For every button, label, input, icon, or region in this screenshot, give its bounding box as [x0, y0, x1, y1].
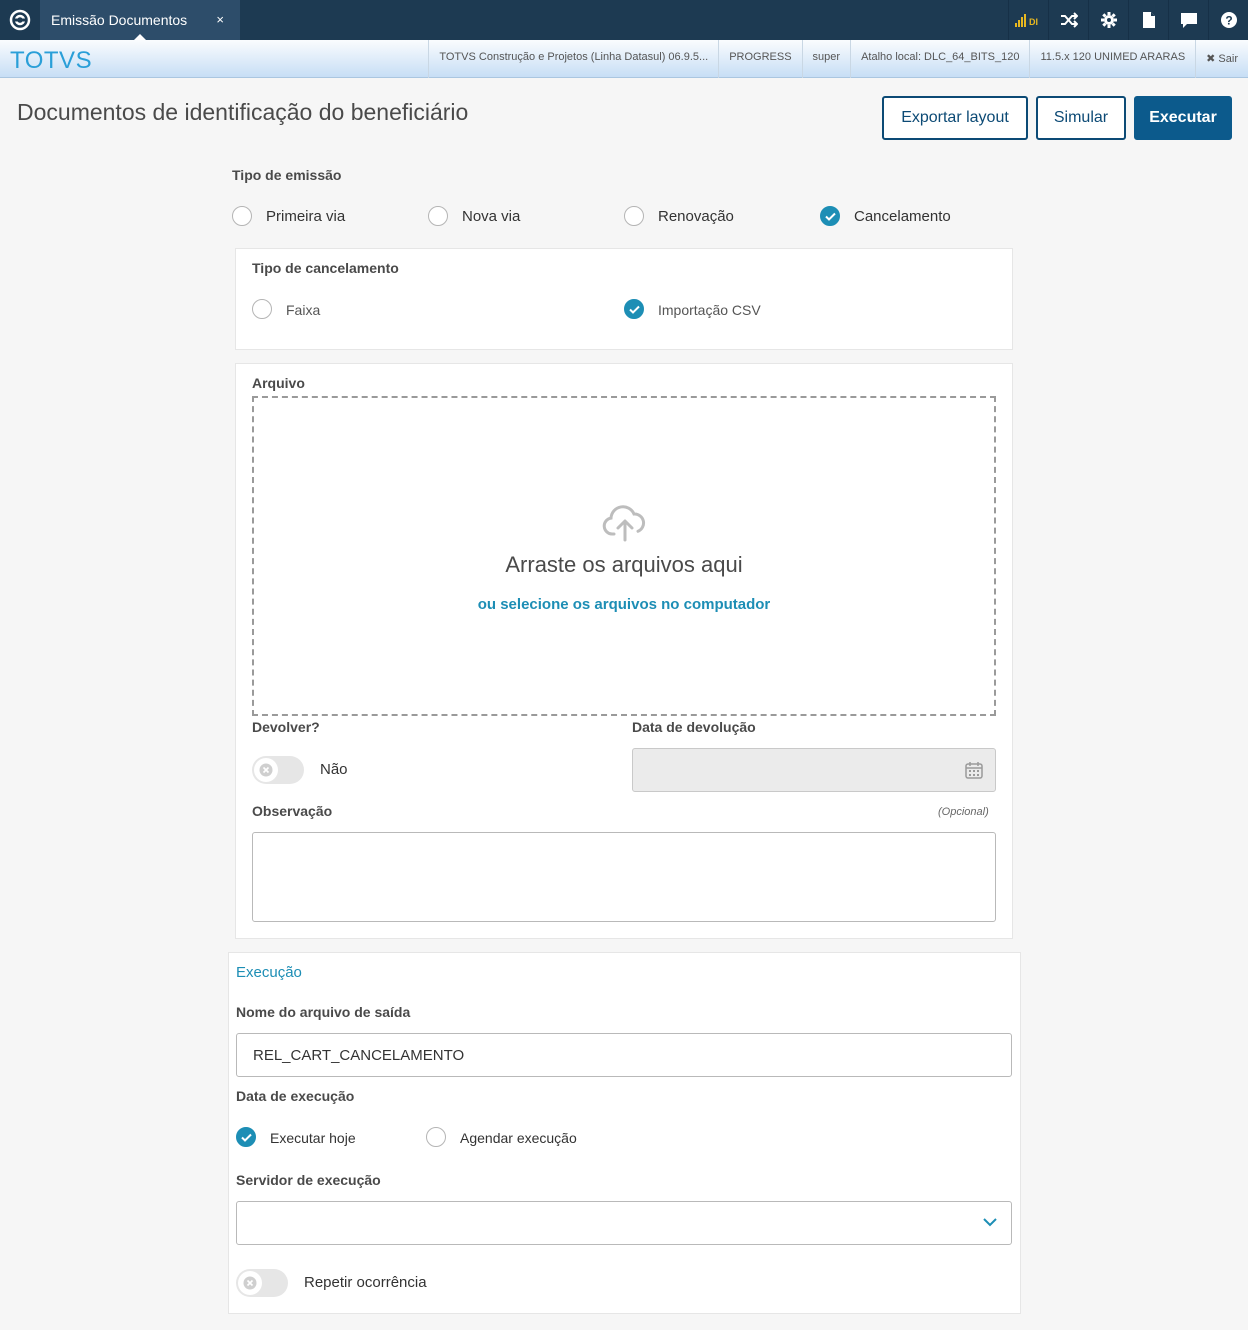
toggle-knob: [254, 758, 278, 782]
file-label: Arquivo: [252, 375, 305, 391]
help-icon[interactable]: ?: [1208, 0, 1248, 40]
logout-link[interactable]: ✖ Sair: [1195, 40, 1248, 78]
tab-emissao-documentos[interactable]: Emissão Documentos ×: [40, 0, 240, 40]
return-toggle-text: Não: [320, 761, 348, 778]
export-layout-button[interactable]: Exportar layout: [882, 96, 1028, 140]
tab-label: Emissão Documentos: [51, 12, 188, 28]
repeat-toggle[interactable]: [236, 1269, 288, 1297]
database-info: PROGRESS: [718, 40, 801, 78]
optional-hint: (Opcional): [938, 806, 989, 818]
chevron-down-icon: [983, 1218, 997, 1227]
output-filename-label: Nome do arquivo de saída: [236, 1004, 411, 1020]
return-toggle[interactable]: [252, 756, 304, 784]
user-info: super: [801, 40, 851, 78]
dropzone-title: Arraste os arquivos aqui: [505, 552, 743, 577]
server-select[interactable]: [236, 1201, 1012, 1245]
check-icon: [629, 305, 640, 314]
check-icon: [241, 1133, 252, 1142]
radio-faixa[interactable]: [252, 299, 272, 319]
cancellation-type-label: Tipo de cancelamento: [252, 260, 399, 276]
simulate-button[interactable]: Simular: [1036, 96, 1126, 140]
gear-icon[interactable]: [1088, 0, 1128, 40]
version-info: 11.5.x 120 UNIMED ARARAS: [1029, 40, 1195, 78]
document-icon[interactable]: [1128, 0, 1168, 40]
page-title: Documentos de identificação do beneficiá…: [17, 99, 469, 125]
observation-label: Observação: [252, 803, 333, 819]
radio-primeira-via-label[interactable]: Primeira via: [266, 208, 345, 225]
radio-importacao-csv-label[interactable]: Importação CSV: [658, 302, 761, 318]
close-icon: [259, 763, 273, 777]
radio-agendar-execucao[interactable]: [426, 1127, 446, 1147]
radio-cancelamento[interactable]: [820, 206, 840, 226]
select-files-link[interactable]: ou selecione os arquivos no computador: [254, 596, 994, 613]
close-icon: [243, 1276, 257, 1290]
signal-icon[interactable]: DI: [1008, 0, 1048, 40]
svg-text:?: ?: [1225, 14, 1232, 28]
emission-type-label: Tipo de emissão: [232, 167, 342, 183]
file-dropzone[interactable]: Arraste os arquivos aqui ou selecione os…: [252, 396, 996, 716]
repeat-toggle-label: Repetir ocorrência: [304, 1274, 427, 1291]
radio-nova-via-label[interactable]: Nova via: [462, 208, 520, 225]
observation-textarea[interactable]: [252, 832, 996, 922]
server-label: Servidor de execução: [236, 1172, 381, 1188]
app-logo-icon[interactable]: [0, 0, 40, 40]
sub-bar: TOTVS TOTVS Construção e Projetos (Linha…: [0, 40, 1248, 78]
brand-logo: TOTVS: [10, 47, 93, 74]
radio-nova-via[interactable]: [428, 206, 448, 226]
radio-faixa-label[interactable]: Faixa: [286, 302, 320, 318]
top-bar: Emissão Documentos × DI ?: [0, 0, 1248, 40]
return-date-label: Data de devolução: [632, 719, 756, 735]
check-icon: [825, 212, 836, 221]
radio-agendar-execucao-label[interactable]: Agendar execução: [460, 1130, 577, 1146]
execution-section-title: Execução: [236, 964, 302, 981]
radio-executar-hoje[interactable]: [236, 1127, 256, 1147]
radio-primeira-via[interactable]: [232, 206, 252, 226]
system-info: TOTVS Construção e Projetos (Linha Datas…: [428, 40, 718, 78]
toggle-knob: [238, 1271, 262, 1295]
radio-cancelamento-label[interactable]: Cancelamento: [854, 208, 951, 225]
return-date-input: [632, 748, 996, 792]
output-filename-input[interactable]: REL_CART_CANCELAMENTO: [236, 1033, 1012, 1077]
execution-date-label: Data de execução: [236, 1088, 355, 1104]
return-label: Devolver?: [252, 719, 320, 735]
execute-button[interactable]: Executar: [1134, 96, 1232, 140]
shortcut-info: Atalho local: DLC_64_BITS_120: [850, 40, 1029, 78]
radio-renovacao-label[interactable]: Renovação: [658, 208, 734, 225]
cloud-upload-icon: [602, 505, 646, 542]
calendar-icon: [965, 762, 983, 779]
chat-icon[interactable]: [1168, 0, 1208, 40]
radio-executar-hoje-label[interactable]: Executar hoje: [270, 1130, 356, 1146]
shuffle-icon[interactable]: [1048, 0, 1088, 40]
tab-close-icon[interactable]: ×: [216, 12, 224, 27]
radio-importacao-csv[interactable]: [624, 299, 644, 319]
radio-renovacao[interactable]: [624, 206, 644, 226]
signal-text: DI: [1029, 17, 1038, 27]
